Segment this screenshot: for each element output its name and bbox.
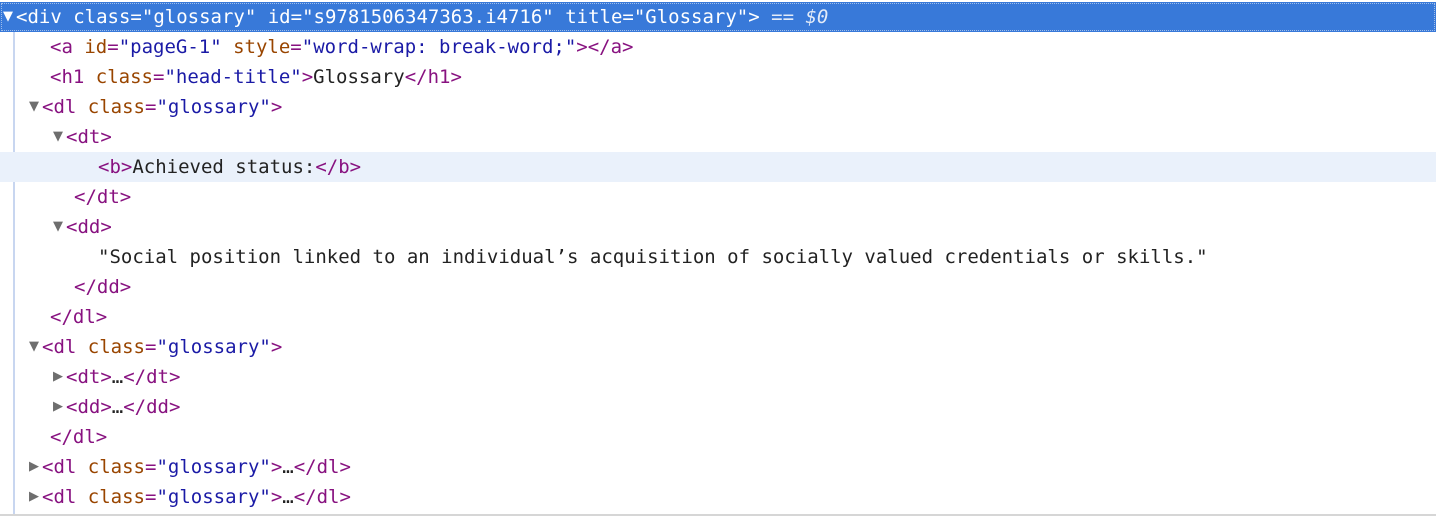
attr-name-class: class <box>73 6 131 28</box>
attr-name-class: class <box>87 486 145 508</box>
tree-node-dd-close[interactable]: </dd> <box>0 272 1436 302</box>
selected-node-hint: == <box>759 6 806 28</box>
disclosure-expanded-icon[interactable]: ▼ <box>50 122 66 152</box>
disclosure-expanded-icon[interactable]: ▼ <box>0 2 16 32</box>
attr-value-class: "glossary" <box>156 96 271 118</box>
tag-close: > <box>748 6 760 28</box>
tag-close: </dl> <box>50 426 108 448</box>
collapsed-ellipsis[interactable]: … <box>112 366 123 388</box>
tag-open: <h1 <box>50 66 85 88</box>
tree-node-dd[interactable]: ▶ <dd>…</dd> <box>0 392 1436 422</box>
attr-name-title: title <box>565 6 623 28</box>
disclosure-collapsed-icon[interactable]: ▶ <box>26 482 42 512</box>
tag-open: <dt> <box>66 366 112 388</box>
collapsed-ellipsis[interactable]: … <box>282 486 293 508</box>
disclosure-expanded-icon[interactable]: ▼ <box>26 332 42 362</box>
attr-name-id: id <box>84 36 108 58</box>
collapsed-ellipsis[interactable]: … <box>282 456 293 478</box>
tag-close: </dl> <box>293 486 351 508</box>
disclosure-expanded-icon[interactable]: ▼ <box>26 92 42 122</box>
tag-close: </h1> <box>404 66 462 88</box>
attr-value-style: "word-wrap: break-word;" <box>301 36 577 58</box>
tag-close: </dt> <box>74 186 132 208</box>
tag-open: <a <box>50 36 73 58</box>
disclosure-collapsed-icon[interactable]: ▶ <box>50 392 66 422</box>
tree-node-dl[interactable]: ▶ <dl class="glossary">…</dl> <box>0 482 1436 512</box>
tag-close: </dd> <box>74 276 132 298</box>
tag-close: ></a> <box>576 36 634 58</box>
tree-node-dl-close[interactable]: </dl> <box>0 302 1436 332</box>
console-reference: $0 <box>805 6 829 28</box>
tree-node-dl[interactable]: ▶ <dl class="glossary">…</dl> <box>0 452 1436 482</box>
tag-open: <div <box>16 6 62 28</box>
tag-open: <dl <box>42 456 77 478</box>
attr-name-class: class <box>87 456 145 478</box>
tag-close: </dt> <box>123 366 181 388</box>
text-node: Glossary <box>313 66 405 88</box>
attr-value-class: "glossary" <box>156 486 271 508</box>
tree-node-dt[interactable]: ▶ <dt>…</dt> <box>0 362 1436 392</box>
tag-close: </dd> <box>123 396 181 418</box>
attr-name-style: style <box>233 36 291 58</box>
tree-node-text[interactable]: "Social position linked to an individual… <box>0 242 1436 272</box>
tag-open: <dd> <box>66 396 112 418</box>
text-node: "Social position linked to an individual… <box>98 246 1208 268</box>
attr-value-title: "Glossary" <box>633 6 749 28</box>
tag-close: </b> <box>315 156 362 178</box>
tree-node-div-glossary[interactable]: ▼ <div class="glossary" id="s978150634736… <box>0 2 1436 32</box>
tag-open: <dl <box>42 486 77 508</box>
attr-value-class: "glossary" <box>156 456 271 478</box>
attr-name-class: class <box>87 96 145 118</box>
tag-close: </dl> <box>50 306 108 328</box>
disclosure-collapsed-icon[interactable]: ▶ <box>50 362 66 392</box>
tree-node-dl[interactable]: ▼ <dl class="glossary"> <box>0 92 1436 122</box>
tree-node-dt-close[interactable]: </dt> <box>0 182 1436 212</box>
tree-node-a[interactable]: <a id="pageG-1" style="word-wrap: break-… <box>0 32 1436 62</box>
collapsed-ellipsis[interactable]: … <box>112 396 123 418</box>
attr-value-class: "glossary" <box>156 336 271 358</box>
tag-open: <dd> <box>66 216 112 238</box>
attr-name-id: id <box>267 6 291 28</box>
tree-node-dl-close[interactable]: </dl> <box>0 422 1436 452</box>
tag-close: </dl> <box>293 456 351 478</box>
tree-node-b[interactable]: <b>Achieved status:</b> <box>0 152 1436 182</box>
text-node: Achieved status: <box>132 156 316 178</box>
attr-value-id: "pageG-1" <box>118 36 222 58</box>
attr-value-class: "glossary" <box>141 6 257 28</box>
tree-node-dd[interactable]: ▼ <dd> <box>0 212 1436 242</box>
tree-node-dl[interactable]: ▼ <dl class="glossary"> <box>0 332 1436 362</box>
attr-value-class: "head-title" <box>164 66 302 88</box>
tag-open: <dl <box>42 336 77 358</box>
attr-name-class: class <box>95 66 153 88</box>
disclosure-expanded-icon[interactable]: ▼ <box>50 212 66 242</box>
attr-name-class: class <box>87 336 145 358</box>
tag-open: <dl <box>42 96 77 118</box>
elements-tree: ▼ <div class="glossary" id="s978150634736… <box>0 0 1436 516</box>
attr-value-id: "s9781506347363.i4716" <box>302 6 554 28</box>
disclosure-collapsed-icon[interactable]: ▶ <box>26 452 42 482</box>
tag-open: <b> <box>98 156 133 178</box>
tree-node-dt[interactable]: ▼ <dt> <box>0 122 1436 152</box>
tree-node-h1[interactable]: <h1 class="head-title">Glossary</h1> <box>0 62 1436 92</box>
tag-open: <dt> <box>66 126 112 148</box>
